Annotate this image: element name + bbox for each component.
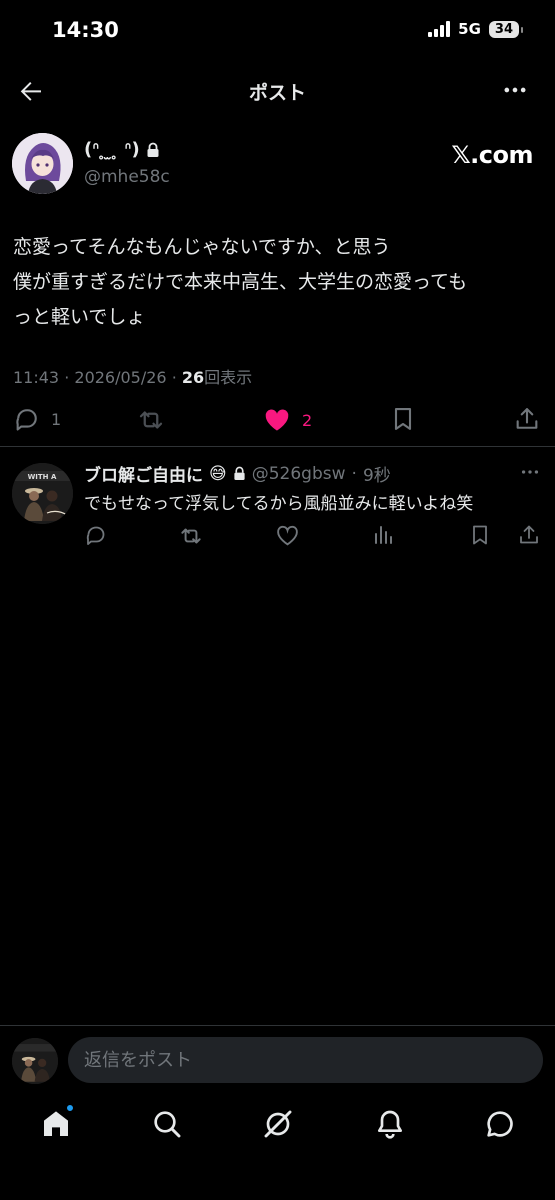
network-type: 5G bbox=[458, 20, 481, 38]
status-time: 14:30 bbox=[52, 18, 119, 42]
status-bar: 14:30 5G 34 bbox=[0, 0, 555, 60]
reply-text: でもせなって浮気してるから風船並みに軽いよね笑 bbox=[84, 494, 474, 514]
meta-separator: · bbox=[64, 368, 70, 387]
messages-icon bbox=[487, 1111, 513, 1137]
notification-dot bbox=[66, 1104, 74, 1112]
reply-input[interactable] bbox=[68, 1037, 543, 1083]
reply-icon bbox=[16, 409, 37, 431]
search-icon bbox=[154, 1111, 181, 1138]
post-meta: 11:43 · 2026/05/26 · 26回表示 bbox=[13, 364, 252, 388]
reply-more-button[interactable] bbox=[519, 461, 541, 487]
reply-header: ブロ解ご自由に 😅 @526gbsw · 9秒 bbox=[84, 461, 391, 487]
post-time: 11:43 bbox=[13, 368, 60, 387]
reply-repost-button[interactable] bbox=[178, 523, 204, 553]
battery-icon: 34 bbox=[488, 20, 524, 38]
views-icon bbox=[375, 526, 392, 544]
signal-icon bbox=[428, 21, 451, 37]
bookmark-icon bbox=[473, 525, 487, 545]
share-icon bbox=[516, 408, 538, 429]
author-display-name[interactable]: (ᐢ ̥ ̫ ̥ ᐢ) bbox=[84, 139, 160, 160]
page-title: ポスト bbox=[248, 82, 306, 104]
avatar[interactable] bbox=[12, 133, 73, 194]
views-label: 回表示 bbox=[204, 368, 253, 387]
reply-item[interactable]: WITH A ブロ解ご自由に 😅 @526gbsw · 9秒 でもせなって浮気し… bbox=[0, 455, 555, 555]
reply-button[interactable]: 1 bbox=[13, 405, 61, 433]
reply-share-button[interactable] bbox=[517, 523, 541, 551]
reply-views-button[interactable] bbox=[371, 523, 395, 551]
post-actions: 1 2 bbox=[0, 401, 555, 437]
home-icon bbox=[44, 1111, 68, 1136]
reply-author-handle[interactable]: @526gbsw bbox=[252, 464, 346, 484]
notifications-icon bbox=[378, 1110, 402, 1139]
grok-icon bbox=[264, 1110, 292, 1138]
post-author: (ᐢ ̥ ̫ ̥ ᐢ) @mhe58c 𝕏.com bbox=[12, 133, 543, 197]
top-bar: ポスト bbox=[0, 64, 555, 116]
post-text: 恋愛ってそんなもんじゃないですか、と思う 僕が重すぎるだけで本来中高生、大学生の… bbox=[13, 236, 468, 328]
lock-icon bbox=[147, 142, 159, 157]
grinning-sweat-emoji: 😅 bbox=[209, 463, 227, 484]
x-logo: 𝕏.com bbox=[451, 141, 533, 169]
reply-composer bbox=[0, 1025, 555, 1095]
share-icon bbox=[520, 525, 538, 544]
bottom-tab-bar bbox=[0, 1100, 555, 1150]
tab-home[interactable] bbox=[40, 1104, 74, 1140]
status-indicators: 5G 34 bbox=[428, 20, 524, 38]
divider bbox=[0, 446, 555, 447]
tab-messages[interactable] bbox=[484, 1108, 516, 1140]
reply-reply-button[interactable] bbox=[84, 523, 108, 551]
post-date: 2026/05/26 bbox=[74, 368, 167, 387]
bookmark-button[interactable] bbox=[389, 405, 417, 433]
lock-icon bbox=[234, 466, 245, 480]
ellipsis-icon bbox=[521, 470, 539, 474]
reply-count: 1 bbox=[51, 409, 62, 429]
author-handle[interactable]: @mhe58c bbox=[84, 167, 170, 187]
reply-like-button[interactable] bbox=[275, 523, 300, 552]
repost-button[interactable] bbox=[136, 405, 166, 435]
reply-bookmark-button[interactable] bbox=[468, 523, 492, 551]
tab-notifications[interactable] bbox=[374, 1108, 406, 1140]
repost-icon bbox=[181, 528, 201, 544]
like-button[interactable]: 2 bbox=[262, 405, 312, 435]
svg-text:WITH A: WITH A bbox=[28, 473, 57, 481]
heart-icon bbox=[265, 409, 289, 431]
meta-separator: · bbox=[171, 368, 177, 387]
repost-icon bbox=[139, 411, 163, 429]
avatar bbox=[12, 1038, 58, 1084]
tab-search[interactable] bbox=[151, 1108, 183, 1140]
reply-icon bbox=[86, 526, 105, 545]
like-count: 2 bbox=[302, 410, 313, 430]
ellipsis-icon bbox=[504, 87, 526, 93]
heart-outline-icon bbox=[277, 525, 298, 546]
reply-separator: · bbox=[351, 463, 357, 484]
more-options-button[interactable] bbox=[501, 76, 529, 104]
bookmark-icon bbox=[394, 408, 412, 430]
reply-time: 9秒 bbox=[362, 466, 391, 486]
tab-grok[interactable] bbox=[262, 1108, 294, 1140]
share-button[interactable] bbox=[513, 405, 541, 433]
avatar[interactable]: WITH A bbox=[12, 463, 73, 524]
reply-actions bbox=[0, 523, 555, 551]
views-count: 26 bbox=[181, 368, 205, 387]
reply-author-name[interactable]: ブロ解ご自由に bbox=[84, 461, 203, 486]
